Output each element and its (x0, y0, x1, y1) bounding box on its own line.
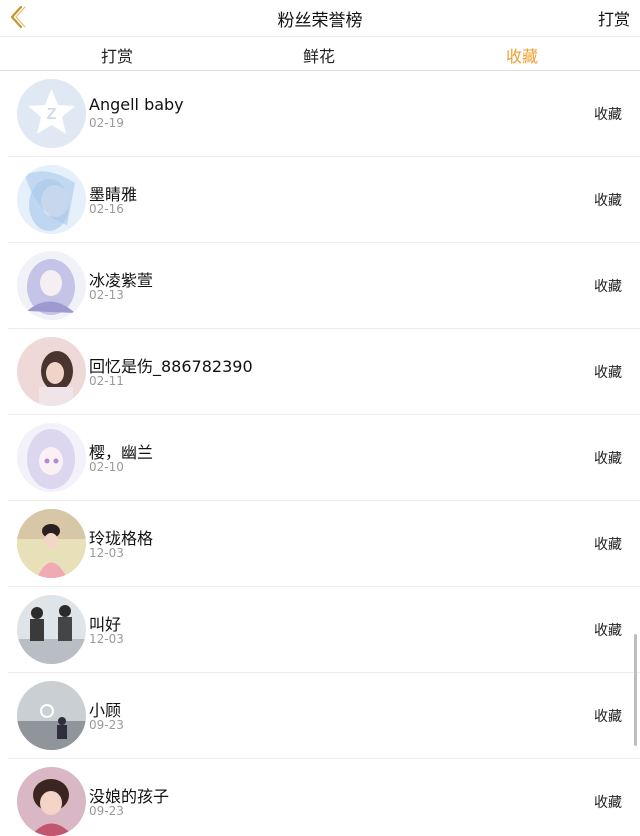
list-item[interactable]: 冰凌紫萱 02-13 收藏 (8, 243, 640, 329)
favorite-label: 收藏 (594, 709, 622, 725)
avatar (17, 251, 86, 320)
page-title: 粉丝荣誉榜 (277, 11, 363, 31)
user-date: 12-03 (89, 546, 124, 560)
user-date: 02-10 (89, 460, 124, 474)
avatar (17, 595, 86, 664)
avatar (17, 423, 86, 492)
user-date: 02-13 (89, 288, 124, 302)
favorite-label: 收藏 (594, 537, 622, 553)
fan-list: Z Angell baby 02-19 收藏 墨睛雅 02-16 收藏 冰凌紫萱… (0, 71, 640, 836)
svg-text:Z: Z (47, 106, 57, 123)
avatar (17, 165, 86, 234)
favorite-label: 收藏 (594, 279, 622, 295)
user-date: 09-23 (89, 804, 124, 818)
user-date: 02-19 (89, 116, 124, 130)
tab-reward[interactable]: 打赏 (57, 43, 177, 67)
user-date: 02-11 (89, 374, 124, 388)
favorite-label: 收藏 (594, 795, 622, 811)
tab-favorites[interactable]: 收藏 (462, 43, 582, 67)
list-item[interactable]: 玲珑格格 12-03 收藏 (8, 501, 640, 587)
scrollbar[interactable] (634, 634, 637, 746)
avatar (17, 767, 86, 836)
list-item[interactable]: 墨睛雅 02-16 收藏 (8, 157, 640, 243)
list-item[interactable]: 回忆是伤_886782390 02-11 收藏 (8, 329, 640, 415)
favorite-label: 收藏 (594, 623, 622, 639)
list-item[interactable]: 樱，幽兰 02-10 收藏 (8, 415, 640, 501)
avatar (17, 681, 86, 750)
user-date: 12-03 (89, 632, 124, 646)
list-item[interactable]: 叫好 12-03 收藏 (8, 587, 640, 673)
list-item[interactable]: 小顾 09-23 收藏 (8, 673, 640, 759)
reward-button[interactable]: 打赏 (598, 6, 630, 30)
nav-bar: 粉丝荣誉榜 打赏 (0, 0, 640, 36)
list-item[interactable]: Z Angell baby 02-19 收藏 (8, 71, 640, 157)
avatar (17, 509, 86, 578)
user-date: 09-23 (89, 718, 124, 732)
favorite-label: 收藏 (594, 365, 622, 381)
favorite-label: 收藏 (594, 193, 622, 209)
avatar: Z (17, 79, 86, 148)
tab-bar: 打赏 鲜花 收藏 (0, 36, 640, 71)
avatar (17, 337, 86, 406)
favorite-label: 收藏 (594, 107, 622, 123)
default-avatar-icon: Z (17, 79, 86, 148)
list-item[interactable]: 没娘的孩子 09-23 收藏 (8, 759, 640, 836)
favorite-label: 收藏 (594, 451, 622, 467)
user-date: 02-16 (89, 202, 124, 216)
user-name: Angell baby (89, 95, 184, 114)
tab-flowers[interactable]: 鲜花 (259, 43, 379, 67)
